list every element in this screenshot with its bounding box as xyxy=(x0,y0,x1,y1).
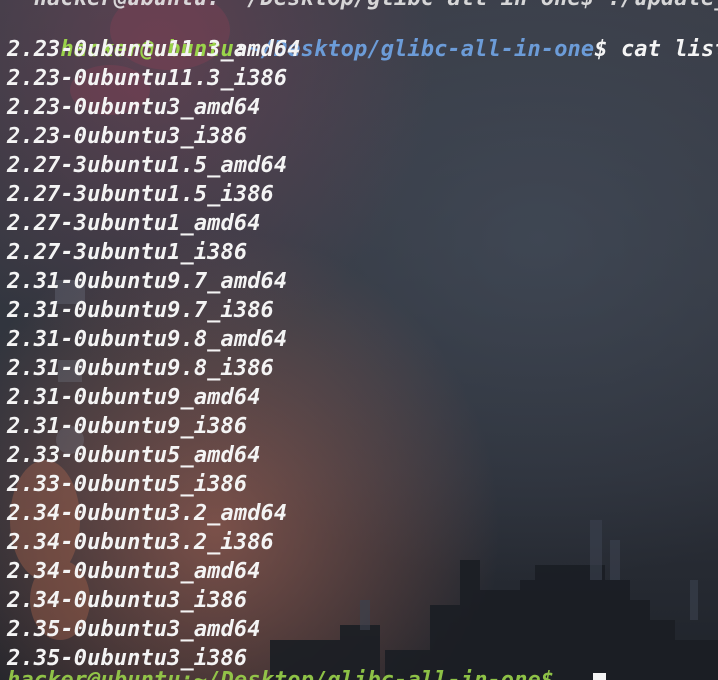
output-line: 2.27-3ubuntu1_amd64 xyxy=(7,211,261,236)
output-line: 2.34-0ubuntu3.2_i386 xyxy=(7,530,274,555)
output-line: 2.35-0ubuntu3_amd64 xyxy=(7,617,261,642)
output-line: 2.23-0ubuntu3_i386 xyxy=(7,124,248,149)
output-line: 2.31-0ubuntu9_amd64 xyxy=(7,385,261,410)
terminal-window[interactable]: hacker@ubuntu: ~/Desktop/glibc-all-in-on… xyxy=(0,0,718,680)
output-line: 2.31-0ubuntu9.7_i386 xyxy=(7,298,274,323)
output-line: 2.31-0ubuntu9_i386 xyxy=(7,414,248,439)
prompt-symbol: $ xyxy=(594,37,608,62)
prompt-command: cat list xyxy=(607,37,718,62)
output-line: 2.23-0ubuntu11.3_amd64 xyxy=(7,37,301,62)
output-line: 2.34-0ubuntu3.2_amd64 xyxy=(7,501,288,526)
output-line: 2.31-0ubuntu9.8_amd64 xyxy=(7,327,288,352)
terminal-cursor xyxy=(593,673,606,680)
output-line: 2.33-0ubuntu5_i386 xyxy=(7,472,248,497)
output-line: 2.23-0ubuntu3_amd64 xyxy=(7,95,261,120)
terminal-prompt-line: hacker@ubuntu:~/Desktop/glibc-all-in-one… xyxy=(7,6,718,62)
output-line: 2.34-0ubuntu3_amd64 xyxy=(7,559,261,584)
output-line: 2.23-0ubuntu11.3_i386 xyxy=(7,66,288,91)
output-line: 2.31-0ubuntu9.8_i386 xyxy=(7,356,274,381)
output-line: 2.31-0ubuntu9.7_amd64 xyxy=(7,269,288,294)
output-line: 2.34-0ubuntu3_i386 xyxy=(7,588,248,613)
output-line: 2.27-3ubuntu1.5_amd64 xyxy=(7,153,288,178)
output-line: 2.27-3ubuntu1_i386 xyxy=(7,240,248,265)
output-line: 2.33-0ubuntu5_amd64 xyxy=(7,443,261,468)
terminal-next-prompt: hacker@ubuntu:~/Desktop/glibc-all-in-one… xyxy=(7,666,568,680)
output-line: 2.27-3ubuntu1.5_i386 xyxy=(7,182,274,207)
